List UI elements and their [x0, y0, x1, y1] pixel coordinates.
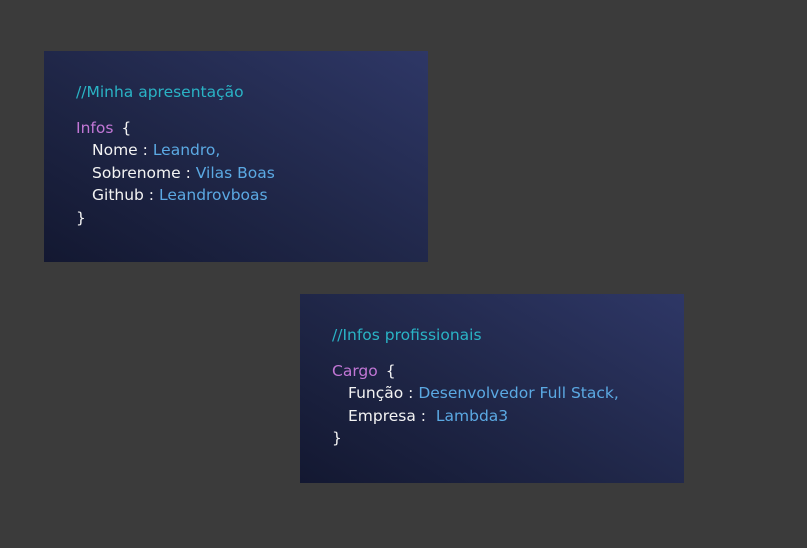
field-github: Github : Leandrovboas	[76, 184, 428, 207]
field-funcao-key: Função :	[348, 384, 414, 402]
professional-card: //Infos profissionais Cargo { Função : De…	[300, 294, 684, 483]
field-nome: Nome : Leandro,	[76, 139, 428, 162]
intro-comment: //Minha apresentação	[76, 83, 244, 101]
field-empresa-key: Empresa :	[348, 406, 427, 425]
field-github-key: Github :	[92, 186, 155, 204]
intro-open-brace: {	[121, 118, 132, 137]
field-funcao-value: Desenvolvedor Full Stack,	[418, 384, 619, 402]
professional-keyword: Cargo	[332, 361, 378, 380]
field-empresa-value: Lambda3	[430, 406, 509, 425]
professional-comment: //Infos profissionais	[332, 326, 482, 344]
field-nome-value: Leandro,	[152, 141, 221, 159]
field-empresa: Empresa : Lambda3	[332, 405, 684, 428]
field-sobrenome: Sobrenome : Vilas Boas	[76, 162, 428, 185]
field-sobrenome-key: Sobrenome :	[92, 163, 191, 182]
intro-object-header: Infos {	[76, 117, 428, 140]
field-nome-key: Nome :	[92, 141, 148, 159]
field-sobrenome-value: Vilas Boas	[195, 163, 275, 182]
field-funcao: Função : Desenvolvedor Full Stack,	[332, 382, 684, 405]
field-github-value: Leandrovboas	[158, 186, 268, 204]
professional-open-brace: {	[385, 361, 396, 380]
professional-object-header: Cargo {	[332, 360, 684, 383]
intro-keyword: Infos	[76, 118, 114, 137]
intro-close-brace: }	[76, 208, 86, 227]
professional-close-brace: }	[332, 429, 342, 447]
intro-card: //Minha apresentação Infos { Nome : Leand…	[44, 51, 428, 262]
